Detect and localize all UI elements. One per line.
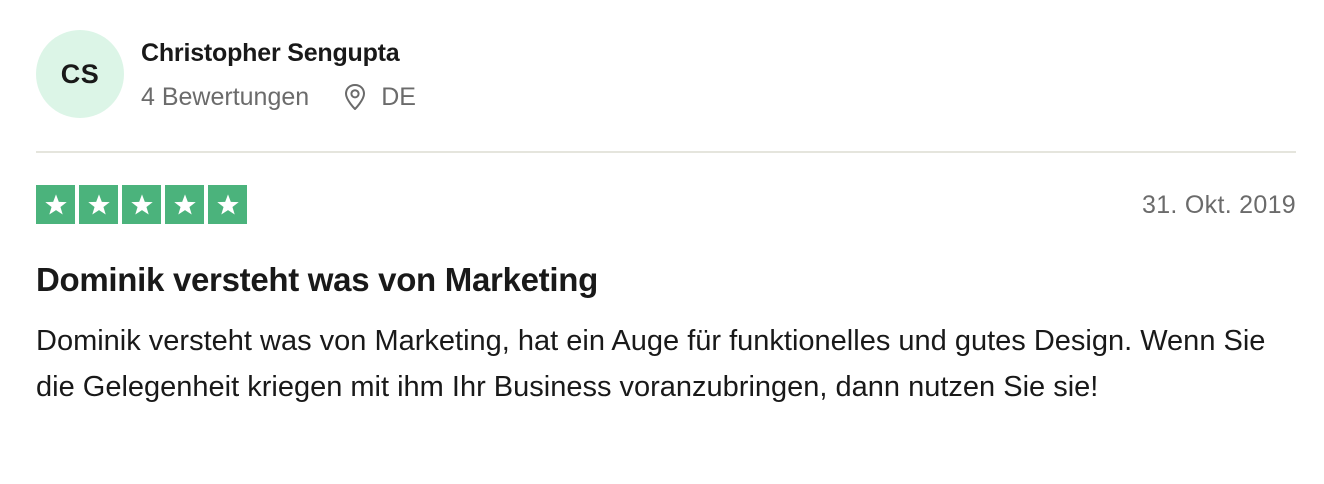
reviewer-location: DE [343, 82, 416, 112]
star-icon [36, 185, 75, 224]
map-pin-icon [343, 83, 367, 111]
divider [36, 151, 1296, 153]
review-body: Dominik versteht was von Marketing, hat … [36, 325, 1266, 403]
review-date: 31. Okt. 2019 [1142, 191, 1296, 219]
star-icon [165, 185, 204, 224]
reviewer-header: CS Christopher Sengupta 4 Bewertungen DE [36, 30, 416, 118]
reviewer-country: DE [381, 83, 416, 111]
review-count: 4 Bewertungen [141, 83, 310, 111]
reviewer-name[interactable]: Christopher Sengupta [141, 38, 416, 68]
star-rating [36, 185, 247, 224]
reviewer-info: Christopher Sengupta 4 Bewertungen DE [141, 30, 416, 112]
star-icon [208, 185, 247, 224]
star-icon [79, 185, 118, 224]
reviewer-meta: 4 Bewertungen DE [141, 82, 416, 112]
avatar-initials: CS [60, 58, 100, 89]
review-title[interactable]: Dominik versteht was von Marketing [36, 260, 598, 300]
review-card: CS Christopher Sengupta 4 Bewertungen DE [0, 0, 1324, 484]
star-icon [122, 185, 161, 224]
avatar[interactable]: CS [36, 30, 124, 118]
